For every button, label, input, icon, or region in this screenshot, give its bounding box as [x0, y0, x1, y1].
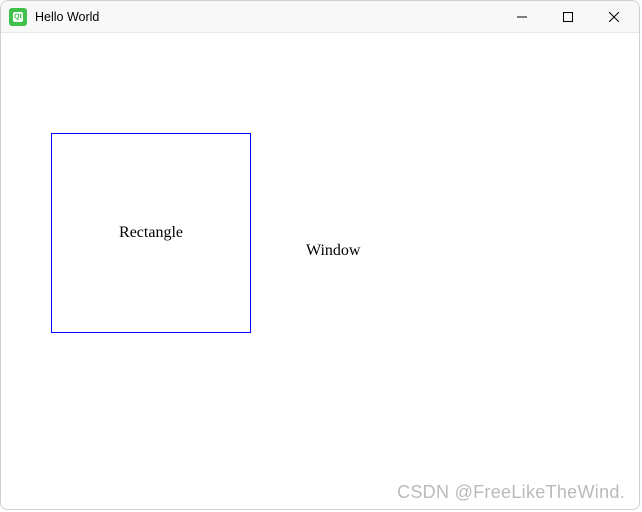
- close-icon: [609, 12, 619, 22]
- app-icon: [9, 8, 27, 26]
- close-button[interactable]: [591, 1, 637, 32]
- titlebar[interactable]: Hello World: [1, 1, 639, 33]
- maximize-button[interactable]: [545, 1, 591, 32]
- rectangle-shape: Rectangle: [51, 133, 251, 333]
- window-title: Hello World: [35, 10, 499, 24]
- maximize-icon: [563, 12, 573, 22]
- application-window: Hello World Rectangle W: [0, 0, 640, 510]
- minimize-icon: [517, 12, 527, 22]
- client-area: Rectangle Window CSDN @FreeLikeTheWind.: [1, 33, 639, 509]
- window-label: Window: [306, 242, 360, 260]
- rectangle-label: Rectangle: [119, 224, 183, 242]
- window-controls: [499, 1, 637, 32]
- minimize-button[interactable]: [499, 1, 545, 32]
- watermark-text: CSDN @FreeLikeTheWind.: [397, 482, 625, 503]
